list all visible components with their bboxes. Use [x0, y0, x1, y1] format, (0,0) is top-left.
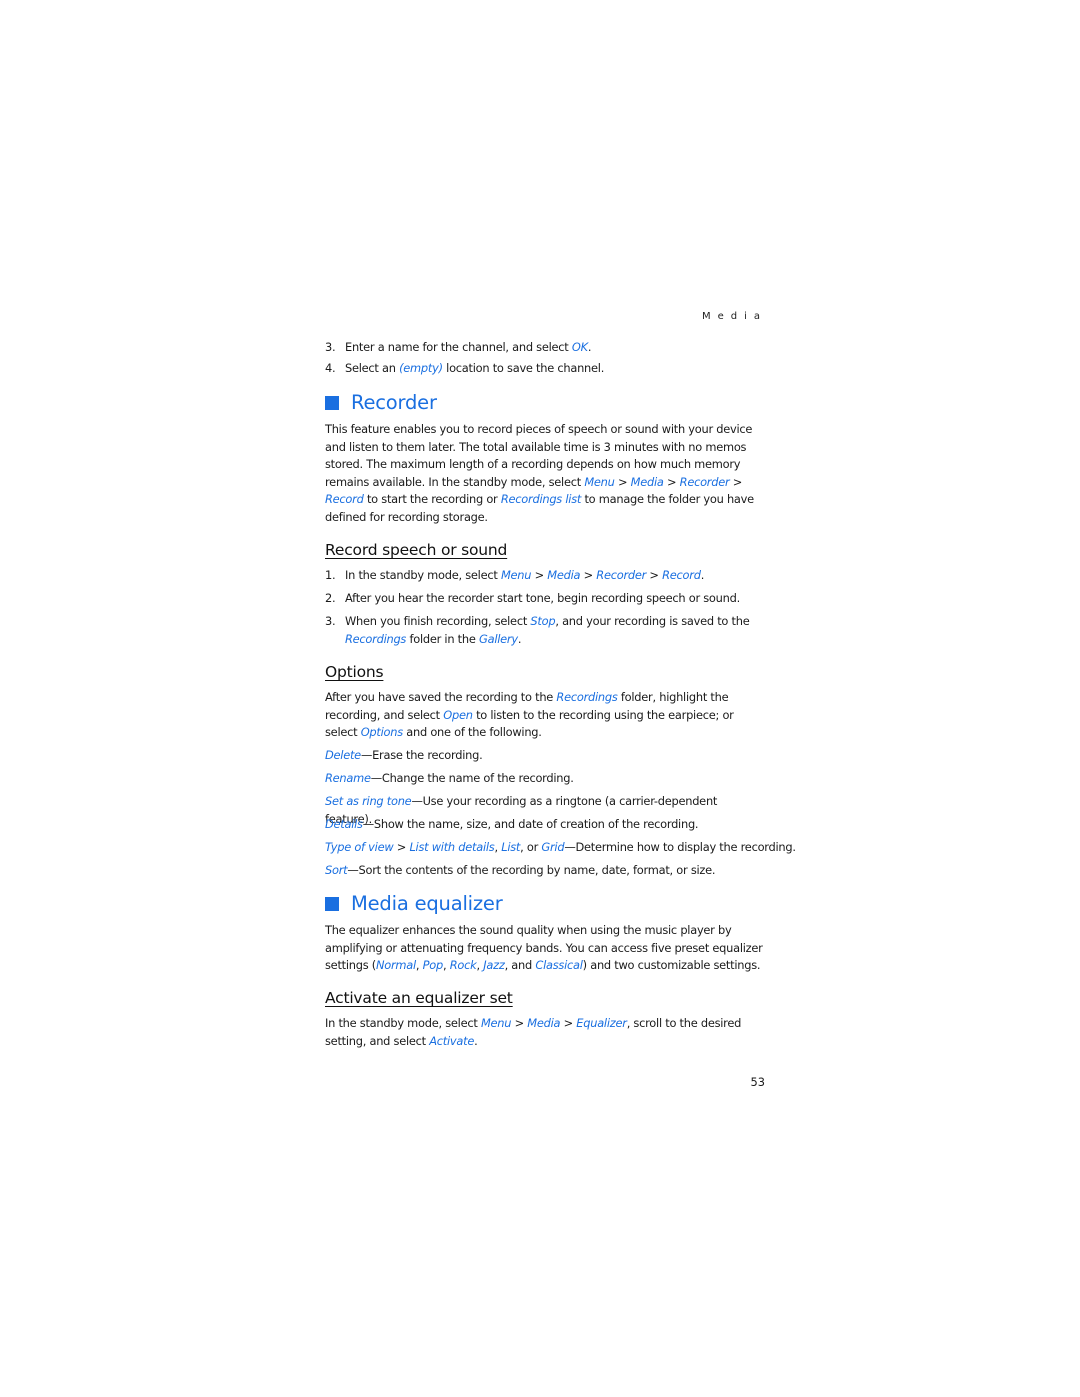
link-record[interactable]: Record — [325, 492, 364, 506]
running-head: Media — [701, 311, 767, 322]
link-recordings[interactable]: Recordings — [345, 632, 406, 646]
link-equalizer[interactable]: Equalizer — [576, 1016, 627, 1030]
intro-step-3: 3. Enter a name for the channel, and sel… — [325, 340, 592, 354]
link-stop[interactable]: Stop — [530, 614, 555, 628]
link-menu[interactable]: Menu — [584, 475, 615, 489]
link-jazz[interactable]: Jazz — [483, 958, 505, 972]
options-intro: After you have saved the recording to th… — [325, 690, 734, 740]
subheading-record-speech: Record speech or sound — [325, 541, 508, 559]
option-rename: Rename—Change the name of the recording. — [325, 771, 574, 785]
link-rock[interactable]: Rock — [450, 958, 477, 972]
link-grid[interactable]: Grid — [541, 840, 564, 854]
record-step-1: 1. In the standby mode, select Menu > Me… — [325, 568, 705, 582]
link-open[interactable]: Open — [443, 708, 473, 722]
subheading-options: Options — [325, 663, 384, 681]
option-details: Details—Show the name, size, and date of… — [325, 817, 699, 831]
link-set-as-ring-tone[interactable]: Set as ring tone — [325, 794, 412, 808]
subheading-activate-equalizer: Activate an equalizer set — [325, 989, 513, 1007]
link-pop[interactable]: Pop — [423, 958, 444, 972]
link-recordings[interactable]: Recordings — [556, 690, 617, 704]
link-media[interactable]: Media — [547, 568, 580, 582]
section-heading-recorder: Recorder — [325, 391, 767, 414]
page-number: 53 — [750, 1075, 766, 1089]
activate-description: In the standby mode, select Menu > Media… — [325, 1016, 742, 1048]
link-menu[interactable]: Menu — [481, 1016, 512, 1030]
link-normal[interactable]: Normal — [376, 958, 416, 972]
option-sort: Sort—Sort the contents of the recording … — [325, 863, 716, 877]
link-delete[interactable]: Delete — [325, 748, 361, 762]
option-delete: Delete—Erase the recording. — [325, 748, 483, 762]
link-list[interactable]: List — [501, 840, 520, 854]
link-media[interactable]: Media — [631, 475, 664, 489]
square-bullet-icon — [325, 395, 339, 410]
record-step-3: 3. When you finish recording, select Sto… — [325, 614, 750, 646]
section-heading-media-equalizer: Media equalizer — [325, 892, 767, 915]
link-media[interactable]: Media — [527, 1016, 560, 1030]
link-recorder[interactable]: Recorder — [596, 568, 646, 582]
link-details[interactable]: Details — [325, 817, 363, 831]
equalizer-description: The equalizer enhances the sound quality… — [325, 923, 763, 973]
recorder-description: This feature enables you to record piece… — [325, 422, 754, 524]
link-gallery[interactable]: Gallery — [479, 632, 518, 646]
link-menu[interactable]: Menu — [501, 568, 532, 582]
link-recorder[interactable]: Recorder — [680, 475, 730, 489]
link-recordings-list[interactable]: Recordings list — [501, 492, 581, 506]
link-sort[interactable]: Sort — [325, 863, 348, 877]
record-step-2: 2. After you hear the recorder start ton… — [325, 591, 740, 605]
link-options[interactable]: Options — [361, 725, 403, 739]
link-empty[interactable]: (empty) — [399, 361, 443, 375]
link-ok[interactable]: OK — [572, 340, 588, 354]
link-list-with-details[interactable]: List with details — [409, 840, 494, 854]
square-bullet-icon — [325, 896, 339, 911]
intro-step-4: 4. Select an (empty) location to save th… — [325, 361, 605, 375]
link-record[interactable]: Record — [662, 568, 701, 582]
link-rename[interactable]: Rename — [325, 771, 371, 785]
link-type-of-view[interactable]: Type of view — [325, 840, 394, 854]
option-type-of-view: Type of view > List with details, List, … — [325, 840, 796, 854]
link-classical[interactable]: Classical — [535, 958, 583, 972]
link-activate[interactable]: Activate — [429, 1034, 474, 1048]
